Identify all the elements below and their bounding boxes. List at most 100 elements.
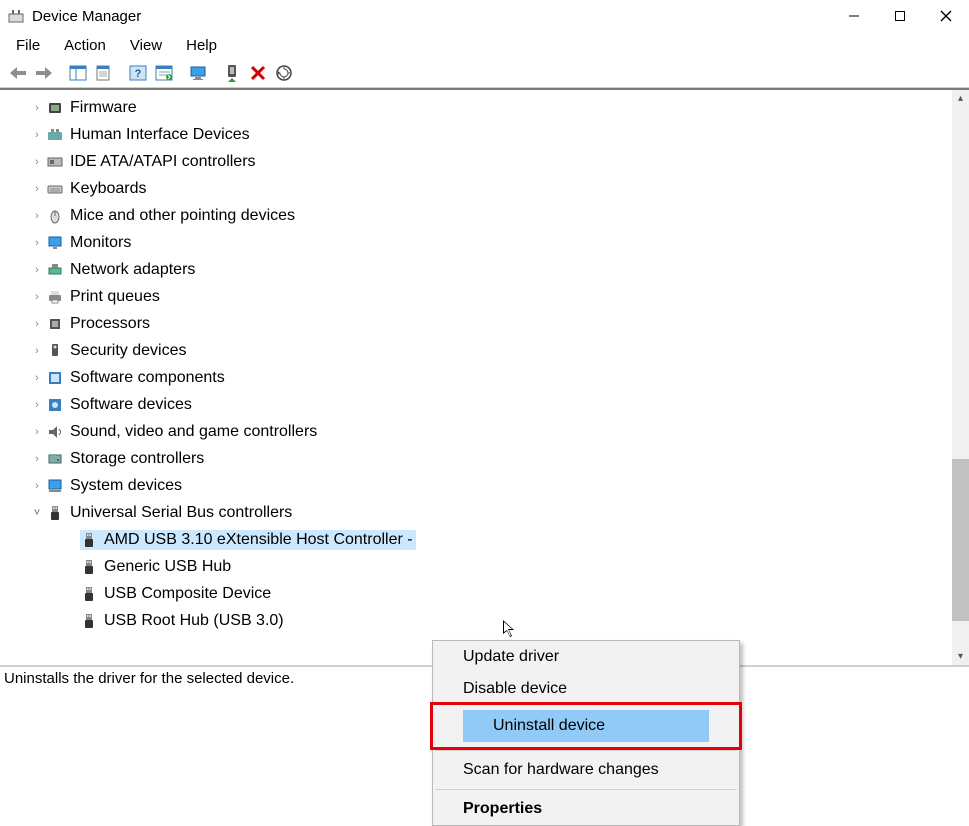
tree-node[interactable]: › Software devices <box>10 391 969 418</box>
tree-node[interactable]: ›Keyboards <box>10 175 969 202</box>
tree-node[interactable]: ›Print queues <box>10 283 969 310</box>
minimize-button[interactable] <box>831 0 877 32</box>
tree-child-node[interactable]: USB Root Hub (USB 3.0) <box>10 607 969 634</box>
toolbar-properties[interactable] <box>92 61 116 85</box>
toolbar-back[interactable] <box>6 61 30 85</box>
vertical-scrollbar[interactable]: ▴ ▾ <box>952 90 969 665</box>
chevron-right-icon[interactable]: › <box>28 426 46 438</box>
toolbar-scan-hardware[interactable] <box>272 61 296 85</box>
tree-node[interactable]: ›IDE ATA/ATAPI controllers <box>10 148 969 175</box>
menu-file[interactable]: File <box>6 35 50 56</box>
tree-node[interactable]: › System devices <box>10 472 969 499</box>
chevron-right-icon[interactable]: › <box>28 345 46 357</box>
usb-icon <box>80 531 98 549</box>
scroll-track[interactable] <box>952 107 969 648</box>
chevron-right-icon[interactable]: › <box>28 318 46 330</box>
scroll-thumb[interactable] <box>952 459 969 621</box>
tree-node[interactable]: › Security devices <box>10 337 969 364</box>
context-menu-item[interactable]: Disable device <box>433 673 739 705</box>
window-controls <box>831 0 969 32</box>
network-icon <box>46 261 64 279</box>
toolbar-forward[interactable] <box>32 61 56 85</box>
maximize-button[interactable] <box>877 0 923 32</box>
toolbar-update-driver[interactable] <box>186 61 210 85</box>
toolbar-enable-device[interactable] <box>220 61 244 85</box>
tree-child-node[interactable]: Generic USB Hub <box>10 553 969 580</box>
tree-node-label: Network adapters <box>70 261 195 279</box>
scroll-up-button[interactable]: ▴ <box>952 90 969 107</box>
tree-node-label: Software components <box>70 369 225 387</box>
monitor-icon <box>46 234 64 252</box>
tree-node-label: Human Interface Devices <box>70 126 250 144</box>
tree-node-label: Universal Serial Bus controllers <box>70 504 292 522</box>
context-menu-item[interactable]: Uninstall device <box>463 710 709 742</box>
tree-child-node[interactable]: AMD USB 3.10 eXtensible Host Controller … <box>10 526 969 553</box>
context-menu-item[interactable]: Update driver <box>433 641 739 673</box>
chevron-right-icon[interactable]: › <box>28 156 46 168</box>
chevron-right-icon[interactable]: › <box>28 129 46 141</box>
app-icon <box>8 8 24 24</box>
toolbar-uninstall-device[interactable] <box>246 61 270 85</box>
tree-node[interactable]: › Firmware <box>10 94 969 121</box>
menu-view[interactable]: View <box>120 35 172 56</box>
hid-icon <box>46 126 64 144</box>
tree-node-label: System devices <box>70 477 182 495</box>
swdev-icon <box>46 396 64 414</box>
toolbar-help[interactable]: ? <box>126 61 150 85</box>
chevron-right-icon[interactable]: › <box>28 183 46 195</box>
cpu-icon <box>46 315 64 333</box>
chevron-down-icon[interactable]: ˅ <box>28 507 46 519</box>
scroll-down-button[interactable]: ▾ <box>952 648 969 665</box>
chevron-right-icon[interactable]: › <box>28 480 46 492</box>
tree-node[interactable]: › Software components <box>10 364 969 391</box>
tree-node[interactable]: › Network adapters <box>10 256 969 283</box>
context-menu-item[interactable]: Scan for hardware changes <box>433 754 739 786</box>
tree-node[interactable]: ›Monitors <box>10 229 969 256</box>
tree-node[interactable]: ˅ Universal Serial Bus controllers <box>10 499 969 526</box>
keyboard-icon <box>46 180 64 198</box>
system-icon <box>46 477 64 495</box>
context-menu-separator <box>435 789 737 790</box>
tree-node-label: Firmware <box>70 99 137 117</box>
swcomp-icon <box>46 369 64 387</box>
tree-node-label: Security devices <box>70 342 187 360</box>
firmware-icon <box>46 99 64 117</box>
chevron-right-icon[interactable]: › <box>28 291 46 303</box>
tree-panel: › Firmware › Human Interface Devices ›IDE AT… <box>0 88 969 666</box>
tree-node-label: Storage controllers <box>70 450 204 468</box>
tree-node-label: USB Root Hub (USB 3.0) <box>104 612 284 630</box>
context-menu-highlight-frame: Uninstall device <box>430 702 742 750</box>
chevron-right-icon[interactable]: › <box>28 453 46 465</box>
device-tree[interactable]: › Firmware › Human Interface Devices ›IDE AT… <box>0 90 969 665</box>
tree-node[interactable]: › Mice and other pointing devices <box>10 202 969 229</box>
tree-node[interactable]: › Processors <box>10 310 969 337</box>
chevron-right-icon[interactable]: › <box>28 237 46 249</box>
close-button[interactable] <box>923 0 969 32</box>
chevron-right-icon[interactable]: › <box>28 210 46 222</box>
chevron-right-icon[interactable]: › <box>28 372 46 384</box>
tree-node-label: Software devices <box>70 396 192 414</box>
usb-icon <box>80 558 98 576</box>
tree-node-label: Mice and other pointing devices <box>70 207 295 225</box>
tree-node-label: Processors <box>70 315 150 333</box>
tree-node-label: Sound, video and game controllers <box>70 423 317 441</box>
tree-node[interactable]: › Storage controllers <box>10 445 969 472</box>
toolbar-panel[interactable] <box>66 61 90 85</box>
tree-child-node[interactable]: USB Composite Device <box>10 580 969 607</box>
tree-node-label: USB Composite Device <box>104 585 271 603</box>
chevron-right-icon[interactable]: › <box>28 399 46 411</box>
toolbar-sheet[interactable] <box>152 61 176 85</box>
mouse-icon <box>46 207 64 225</box>
sound-icon <box>46 423 64 441</box>
menu-help[interactable]: Help <box>176 35 227 56</box>
tree-node[interactable]: › Human Interface Devices <box>10 121 969 148</box>
usb-icon <box>80 612 98 630</box>
tree-node-label: Generic USB Hub <box>104 558 231 576</box>
tree-node[interactable]: › Sound, video and game controllers <box>10 418 969 445</box>
svg-text:?: ? <box>135 68 142 80</box>
chevron-right-icon[interactable]: › <box>28 102 46 114</box>
menu-action[interactable]: Action <box>54 35 116 56</box>
context-menu-item[interactable]: Properties <box>433 793 739 825</box>
chevron-right-icon[interactable]: › <box>28 264 46 276</box>
menu-bar: File Action View Help <box>0 32 969 58</box>
